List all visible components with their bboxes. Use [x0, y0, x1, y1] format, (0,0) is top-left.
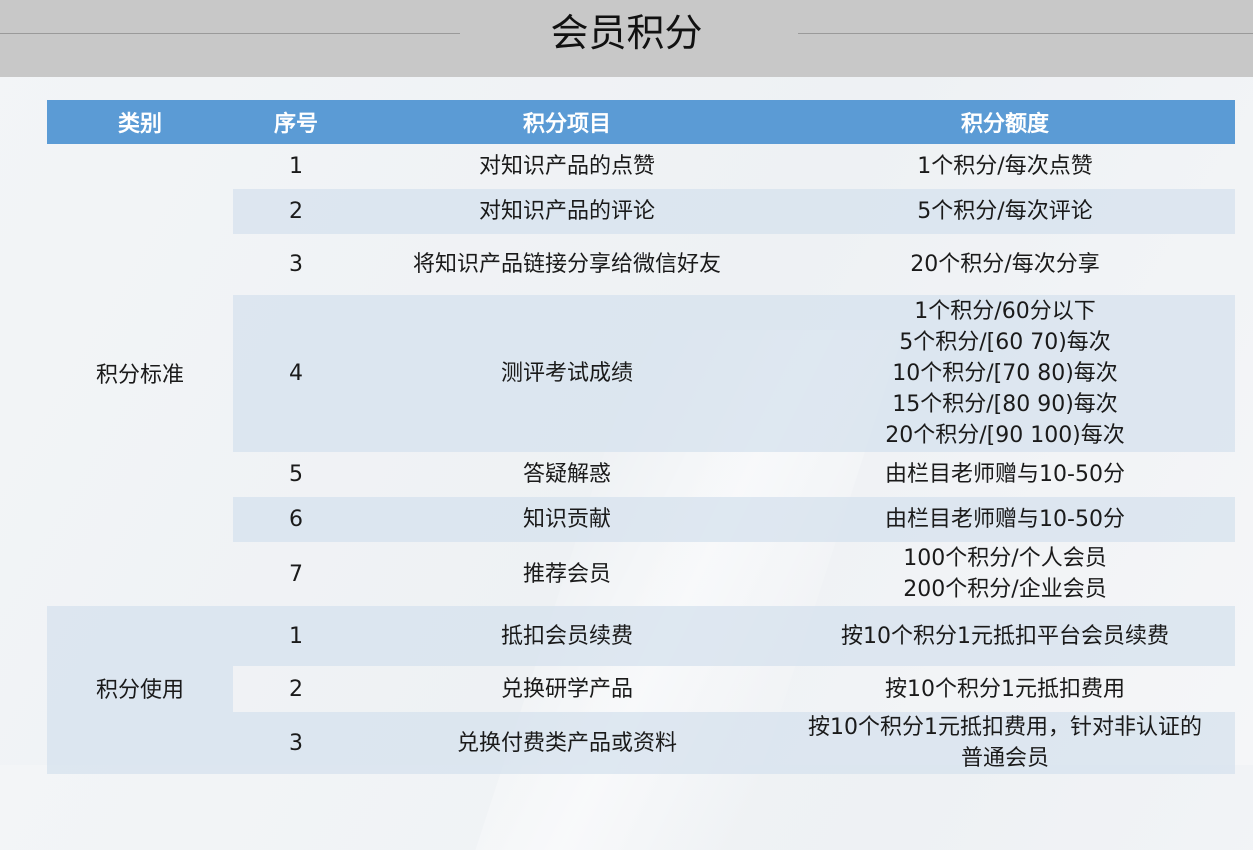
row-number: 7 [289, 561, 303, 587]
row-amount: 20个积分/每次分享 [910, 252, 1100, 277]
row-number: 1 [233, 606, 359, 666]
row-item: 将知识产品链接分享给微信好友 [412, 252, 721, 277]
row-item: 对知识产品的点赞 [478, 154, 655, 179]
row-amount: 100个积分/个人会员 200个积分/企业会员 [775, 542, 1235, 606]
page-title: 会员积分 [550, 11, 703, 55]
amount-line: 15个积分/[80 90)每次 [892, 392, 1118, 417]
row-number: 5 [289, 462, 303, 487]
row-number: 2 [289, 676, 303, 702]
header-amount: 积分额度 [775, 100, 1235, 144]
row-item: 对知识产品的评论 [359, 189, 775, 234]
amount-line: 按10个积分1元抵扣费用，针对非认证的 [808, 715, 1202, 740]
row-item: 抵扣会员续费 [359, 606, 775, 666]
row-amount: 1个积分/每次点赞 [917, 154, 1093, 179]
row-amount: 按10个积分1元抵扣平台会员续费 [775, 606, 1235, 666]
amount-line: 20个积分/[90 100)每次 [885, 423, 1125, 448]
points-table: 类别 序号 积分项目 积分额度 积分标准 1 对知识产品的点赞 1个积分/每次点… [47, 100, 1235, 774]
amount-line: 10个积分/[70 80)每次 [892, 361, 1118, 386]
row-number: 4 [233, 295, 359, 452]
amount-line: 5个积分/[60 70)每次 [899, 330, 1111, 355]
table-row: 积分使用 1 抵扣会员续费 按10个积分1元抵扣平台会员续费 [47, 606, 1235, 774]
row-amount: 按10个积分1元抵扣费用 [885, 676, 1125, 702]
row-amount: 由栏目老师赠与10-50分 [885, 462, 1125, 487]
row-number: 2 [233, 189, 359, 234]
header-category: 类别 [47, 100, 233, 144]
table-header-row: 类别 序号 积分项目 积分额度 [47, 100, 1235, 144]
category-standard: 积分标准 [95, 362, 184, 388]
row-item: 兑换研学产品 [500, 676, 633, 702]
row-amount: 5个积分/每次评论 [775, 189, 1235, 234]
amount-line: 100个积分/个人会员 [903, 546, 1107, 571]
amount-line: 200个积分/企业会员 [903, 577, 1107, 602]
amount-line: 普通会员 [960, 746, 1049, 771]
header-number: 序号 [233, 100, 359, 144]
header-item: 积分项目 [359, 100, 775, 144]
category-usage: 积分使用 [47, 606, 233, 774]
table-row: 积分标准 1 对知识产品的点赞 1个积分/每次点赞 [47, 144, 1235, 388]
row-item: 测评考试成绩 [359, 295, 775, 452]
row-number: 1 [289, 154, 303, 179]
title-bar: 会员积分 [0, 0, 1253, 77]
row-item: 推荐会员 [522, 561, 611, 587]
row-item: 知识贡献 [359, 497, 775, 542]
row-amount: 1个积分/60分以下 5个积分/[60 70)每次 10个积分/[70 80)每… [775, 295, 1235, 452]
row-item: 答疑解惑 [522, 462, 611, 487]
amount-line: 1个积分/60分以下 [914, 299, 1096, 324]
row-number: 3 [289, 252, 303, 277]
row-amount: 由栏目老师赠与10-50分 [775, 497, 1235, 542]
row-number: 6 [233, 497, 359, 542]
